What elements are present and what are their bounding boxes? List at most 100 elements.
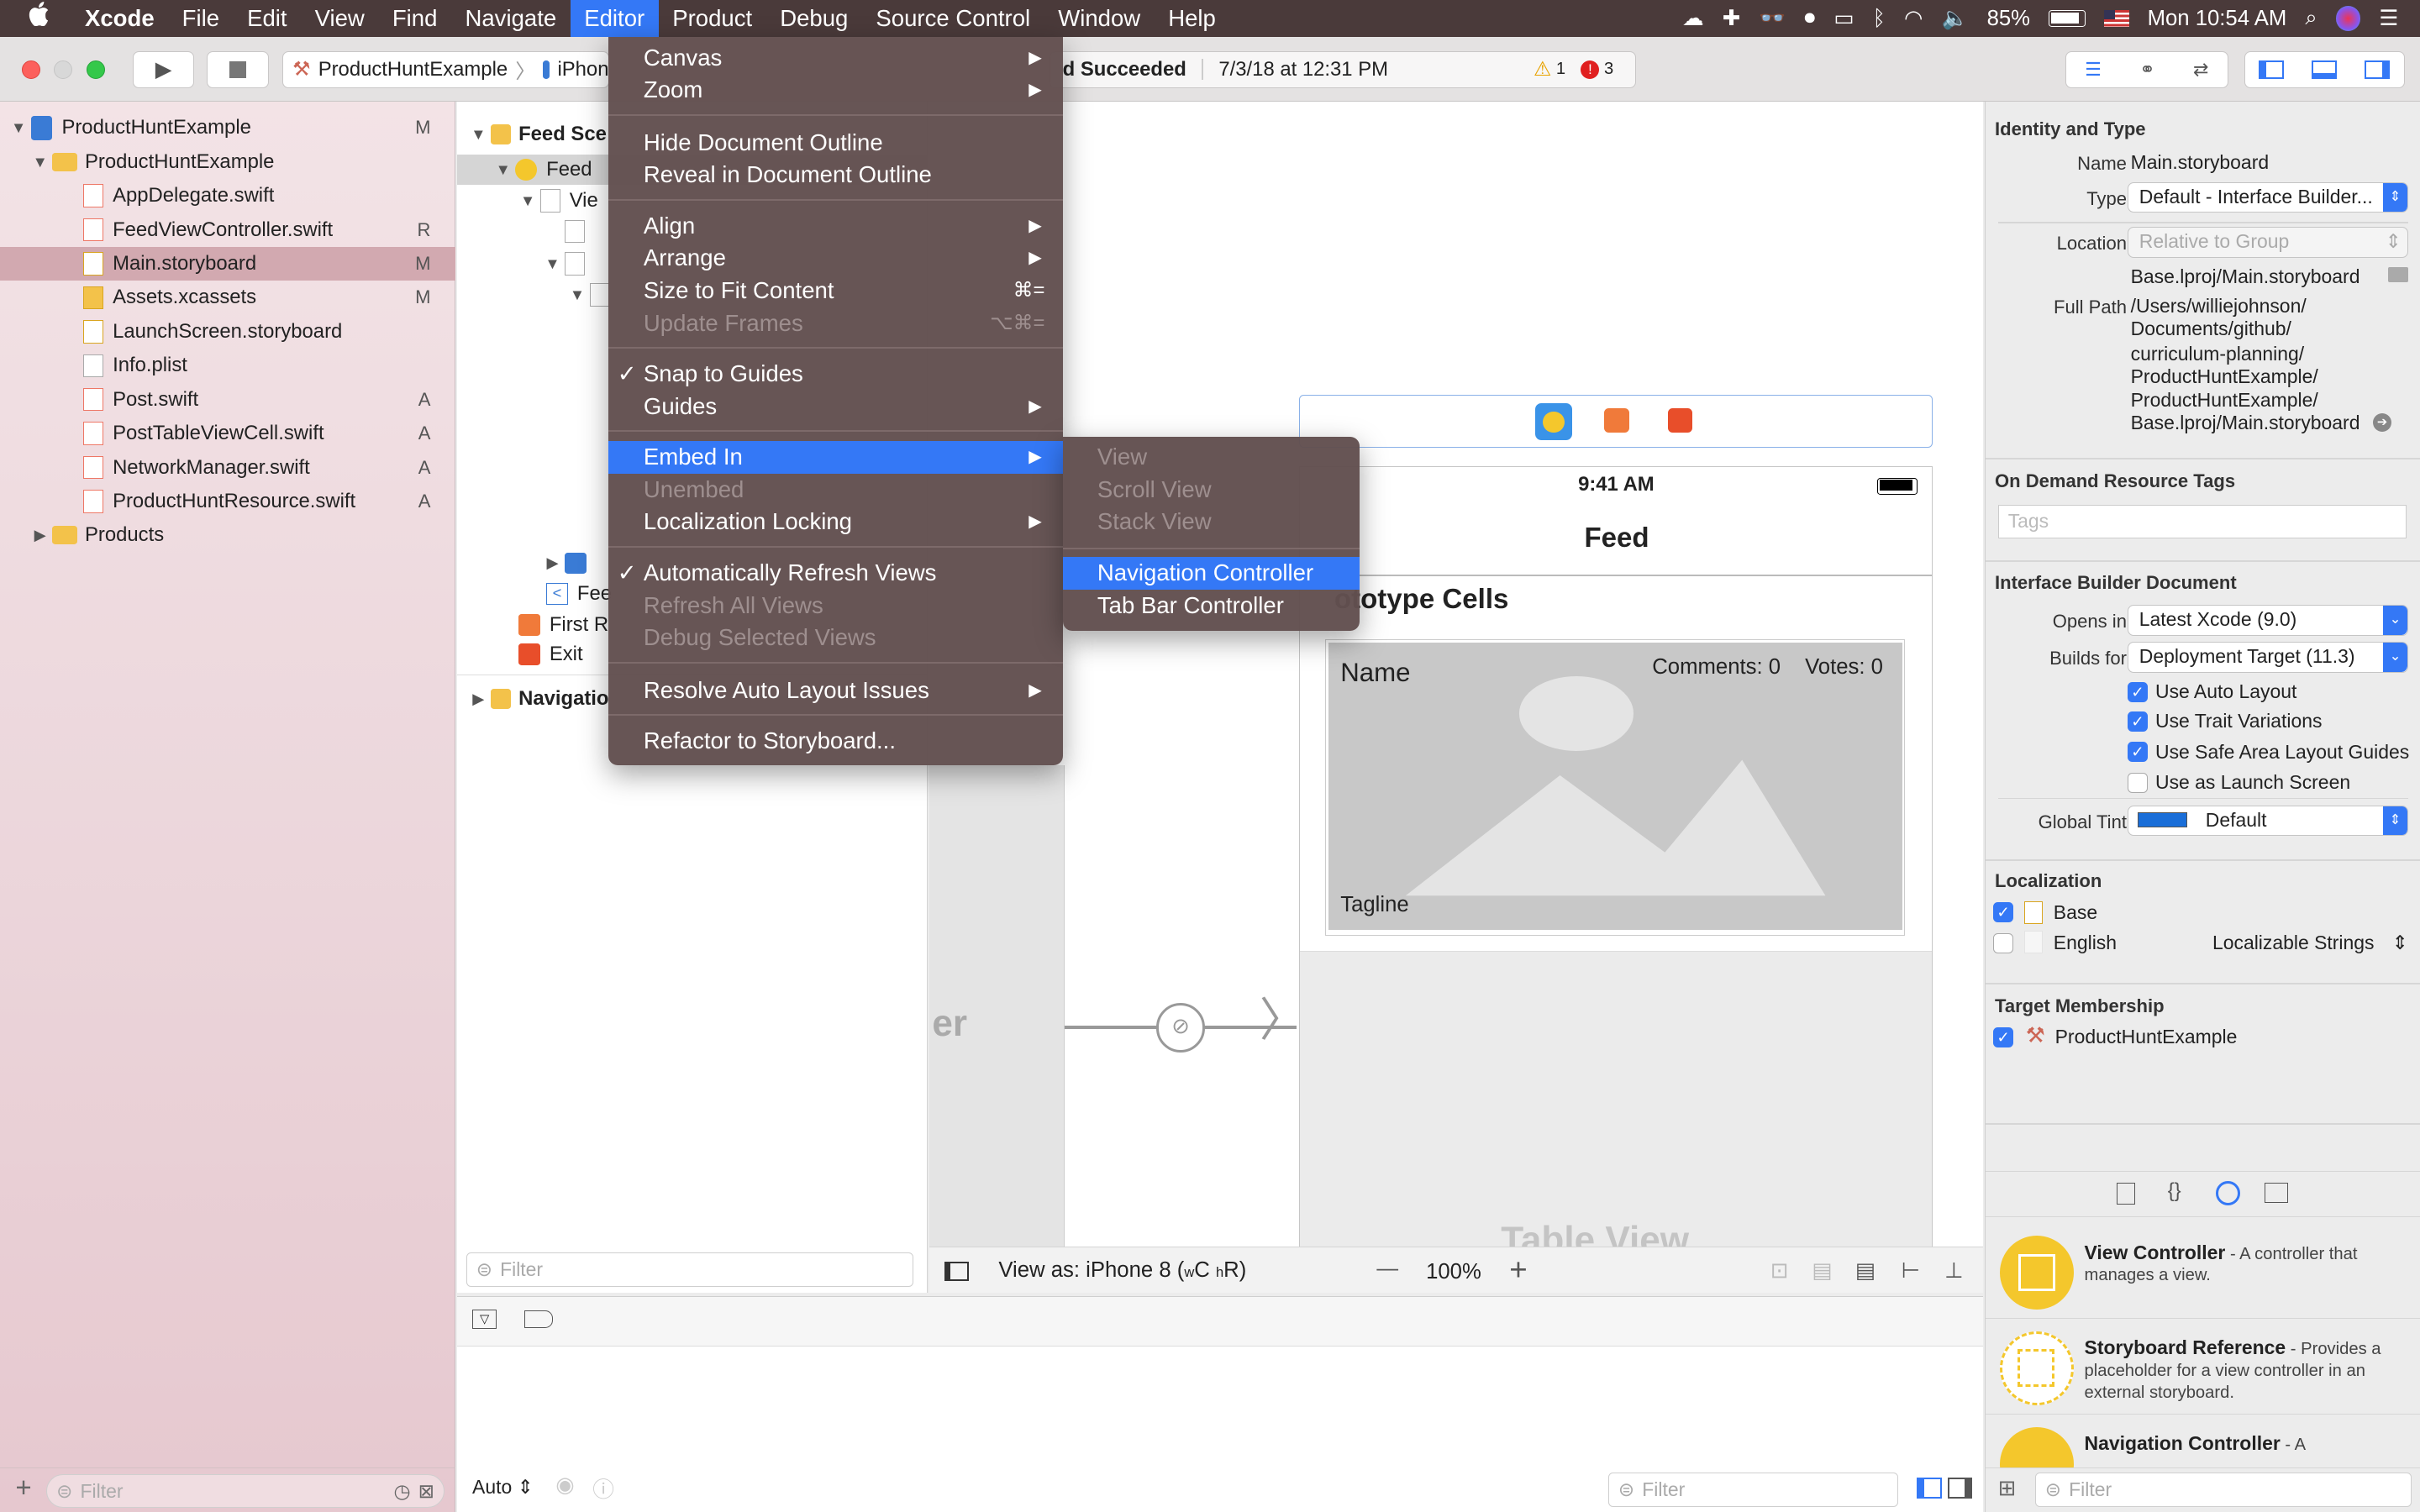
outline-row-first-responder[interactable]: First R bbox=[518, 609, 608, 640]
zoom-in-button[interactable]: + bbox=[1509, 1252, 1527, 1288]
library-item-storyboard-reference[interactable]: Storyboard Reference - Provides a placeh… bbox=[1985, 1319, 2420, 1415]
outline-row-tableview[interactable]: ▼ bbox=[540, 249, 594, 280]
cell-image-view[interactable] bbox=[1328, 643, 1902, 930]
file-template-icon[interactable] bbox=[2117, 1182, 2136, 1205]
recent-files-icon[interactable]: ◷ bbox=[394, 1480, 411, 1503]
menu-item-hide-document-outline[interactable]: Hide Document Outline bbox=[608, 127, 1064, 160]
breakpoint-icon[interactable] bbox=[524, 1310, 553, 1328]
disclosure-open-icon[interactable]: ▼ bbox=[491, 160, 515, 179]
menu-find[interactable]: Find bbox=[378, 0, 451, 37]
iphone-scene[interactable]: 9:41 AM Feed ototype Cells Name Comments… bbox=[1299, 465, 1933, 1247]
menu-item-align[interactable]: Align ▶ bbox=[608, 210, 1064, 243]
zoom-level[interactable]: 100% bbox=[1426, 1260, 1481, 1284]
volume-icon[interactable]: 🔈 bbox=[1942, 6, 1969, 31]
view-as-label[interactable]: View as: iPhone 8 (wC hR) bbox=[998, 1258, 1246, 1283]
use-trait-variations-checkbox[interactable]: ✓ bbox=[2127, 711, 2148, 732]
zoom-window-button[interactable] bbox=[86, 60, 105, 79]
disclosure-open-icon[interactable]: ▼ bbox=[565, 286, 589, 304]
library-item-view-controller[interactable]: View Controller - A controller that mana… bbox=[1985, 1223, 2420, 1320]
bluetooth-icon[interactable]: ᛒ bbox=[1873, 7, 1886, 31]
flag-icon[interactable] bbox=[2104, 9, 2129, 28]
media-library-icon[interactable] bbox=[2265, 1182, 2288, 1203]
close-window-button[interactable] bbox=[21, 60, 40, 79]
library-item-navigation-controller[interactable]: Navigation Controller - A bbox=[1986, 1415, 2420, 1467]
menu-item-localization-locking[interactable]: Localization Locking ▶ bbox=[608, 506, 1064, 538]
menu-window[interactable]: Window bbox=[1044, 0, 1155, 37]
toggle-outline-icon[interactable] bbox=[944, 1261, 970, 1282]
assistant-editor-icon[interactable]: ⚭ bbox=[2139, 59, 2154, 81]
view-toggle-segment[interactable] bbox=[2244, 50, 2405, 88]
nav-row-project[interactable]: ▼ ProductHuntExample M bbox=[0, 111, 455, 144]
base-localization-checkbox[interactable]: ✓ bbox=[1993, 902, 2014, 923]
scm-filter-icon[interactable]: ⊠ bbox=[418, 1480, 434, 1503]
outline-row-view[interactable]: ▼ Vie bbox=[515, 185, 598, 216]
nav-row-file[interactable]: NetworkManager.swift A bbox=[0, 450, 455, 484]
menu-item-zoom[interactable]: Zoom ▶ bbox=[608, 74, 1064, 107]
menu-navigate[interactable]: Navigate bbox=[451, 0, 571, 37]
menu-item-canvas[interactable]: Canvas ▶ bbox=[608, 42, 1064, 75]
console-filter-input[interactable]: ⊜ Filter bbox=[1607, 1473, 1899, 1507]
menu-product[interactable]: Product bbox=[659, 0, 766, 37]
info-icon[interactable]: ⓘ bbox=[592, 1473, 614, 1504]
notification-center-icon[interactable]: ☰ bbox=[2379, 6, 2398, 31]
outline-row-controller[interactable]: ▼ Feed bbox=[491, 155, 592, 186]
object-library-icon[interactable] bbox=[2215, 1181, 2241, 1206]
submenu-item-navigation-controller[interactable]: Navigation Controller bbox=[1063, 557, 1360, 590]
menu-file[interactable]: File bbox=[168, 0, 233, 37]
disclosure-open-icon[interactable]: ▼ bbox=[540, 255, 565, 273]
folder-icon[interactable] bbox=[2388, 266, 2409, 283]
editor-mode-segment[interactable]: ☰ ⚭ ⇄ bbox=[2065, 50, 2229, 88]
menu-item-snap-to-guides[interactable]: ✓ Snap to Guides bbox=[608, 358, 1064, 391]
menu-item-refactor-to-storyboard[interactable]: Refactor to Storyboard... bbox=[608, 725, 1064, 758]
debug-toggle-icon[interactable] bbox=[2312, 60, 2337, 79]
use-as-launch-screen-checkbox[interactable] bbox=[2127, 773, 2148, 794]
battery-icon[interactable] bbox=[2049, 9, 2086, 28]
disclosure-open-icon[interactable]: ▼ bbox=[515, 192, 539, 210]
disclosure-open-icon[interactable]: ▼ bbox=[466, 125, 491, 144]
stack-icon[interactable]: ▤ bbox=[1812, 1258, 1832, 1284]
nav-row-file[interactable]: PostTableViewCell.swift A bbox=[0, 417, 455, 450]
view-controller-dock-icon[interactable] bbox=[1534, 403, 1572, 441]
disclosure-closed-icon[interactable]: ▶ bbox=[540, 554, 565, 572]
outline-row-constraints[interactable]: ▶ bbox=[540, 548, 596, 579]
align-icon[interactable]: ▤ bbox=[1855, 1258, 1876, 1284]
nav-row-file[interactable]: ProductHuntResource.swift A bbox=[0, 485, 455, 518]
menu-edit[interactable]: Edit bbox=[234, 0, 302, 37]
outline-row-navitem[interactable]: < Fee bbox=[540, 579, 612, 610]
navigator-filter-input[interactable]: ⊜ Filter ◷ ⊠ bbox=[46, 1474, 445, 1509]
stop-button[interactable] bbox=[207, 50, 269, 88]
english-localization-checkbox[interactable] bbox=[1993, 933, 2014, 954]
submenu-item-tab-bar-controller[interactable]: Tab Bar Controller bbox=[1063, 590, 1360, 622]
tags-input[interactable]: Tags bbox=[1997, 504, 2407, 538]
outline-row-scene[interactable]: ▼ Feed Sce bbox=[466, 118, 607, 150]
airplay-icon[interactable]: ▭ bbox=[1833, 6, 1854, 31]
spotlight-icon[interactable]: ⌕ bbox=[2305, 6, 2317, 31]
outline-row-nav-scene[interactable]: ▶ Navigatio bbox=[466, 684, 608, 715]
navigator-toggle-icon[interactable] bbox=[2259, 60, 2284, 79]
disclosure-closed-icon[interactable]: ▶ bbox=[28, 526, 52, 544]
menu-item-guides[interactable]: Guides ▶ bbox=[608, 391, 1064, 423]
nav-row-file[interactable]: LaunchScreen.storyboard bbox=[0, 315, 455, 349]
location-popup[interactable]: Relative to Group ⇕ bbox=[2127, 226, 2409, 258]
menu-item-embed-in[interactable]: Embed In ▶ bbox=[608, 441, 1064, 474]
use-safe-area-checkbox[interactable]: ✓ bbox=[2127, 742, 2148, 763]
siri-icon[interactable] bbox=[2335, 6, 2361, 31]
error-count[interactable]: 3 bbox=[1604, 60, 1613, 79]
tint-popup[interactable]: Default ⇕ bbox=[2127, 805, 2409, 837]
menu-item-auto-refresh[interactable]: ✓ Automatically Refresh Views bbox=[608, 557, 1064, 590]
resolve-issues-icon[interactable]: ⊥ bbox=[1944, 1258, 1963, 1284]
menu-view[interactable]: View bbox=[301, 0, 378, 37]
type-popup[interactable]: Default - Interface Builder... ⇕ bbox=[2127, 181, 2409, 213]
variables-scope-popup[interactable]: Auto ⇕ bbox=[472, 1476, 534, 1499]
update-frames-icon[interactable]: ⊡ bbox=[1770, 1258, 1789, 1284]
opens-popup[interactable]: Latest Xcode (9.0) ⌄ bbox=[2127, 604, 2409, 636]
code-snippet-icon[interactable]: {} bbox=[2168, 1179, 2181, 1203]
record-icon[interactable]: ⏺ bbox=[1804, 6, 1815, 31]
version-editor-icon[interactable]: ⇄ bbox=[2193, 59, 2208, 81]
standard-editor-icon[interactable]: ☰ bbox=[2085, 59, 2102, 81]
nav-row-file[interactable]: Info.plist bbox=[0, 349, 455, 382]
zoom-out-button[interactable]: — bbox=[1376, 1257, 1398, 1281]
disclosure-closed-icon[interactable]: ▶ bbox=[466, 690, 491, 708]
quick-look-icon[interactable]: ◉ bbox=[555, 1473, 574, 1498]
nav-row-file[interactable]: Post.swift A bbox=[0, 382, 455, 416]
